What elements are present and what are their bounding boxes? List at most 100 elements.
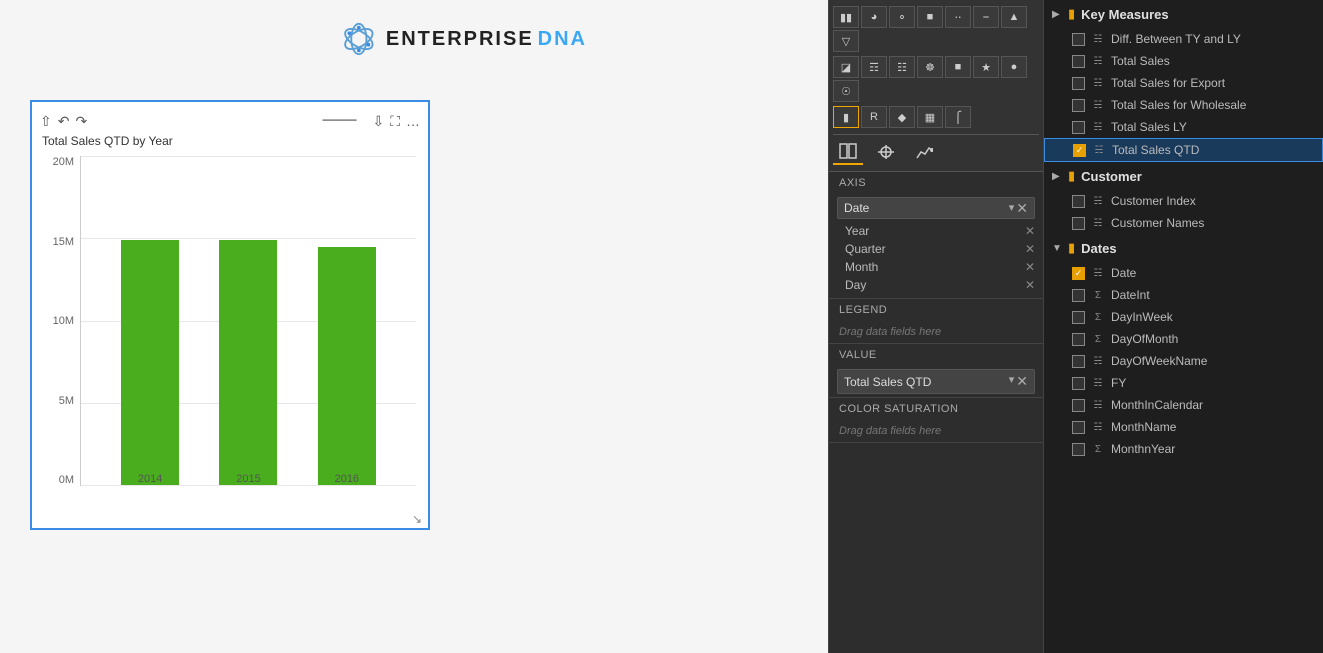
item-diff-ty-ly[interactable]: ☵ Diff. Between TY and LY xyxy=(1044,28,1323,50)
date-chip-remove[interactable]: ✕ xyxy=(1016,201,1028,215)
chart-undo-icon[interactable]: ↶ xyxy=(58,113,70,130)
item-dayofmonth[interactable]: Σ DayOfMonth xyxy=(1044,328,1323,350)
viz-icon-r[interactable]: R xyxy=(861,106,887,128)
bar-2016[interactable] xyxy=(318,247,376,485)
legend-placeholder: Drag data fields here xyxy=(829,321,1043,343)
dna-icon xyxy=(340,20,378,58)
value-chip-dropdown[interactable]: ▾ xyxy=(1009,373,1015,390)
checkbox-dayinweek[interactable] xyxy=(1072,311,1085,324)
format-tab[interactable] xyxy=(871,139,901,165)
viz-icon-area[interactable]: ▲ xyxy=(1001,6,1027,28)
checkbox-total-sales-ly[interactable] xyxy=(1072,121,1085,134)
tree-header-customer[interactable]: ▶ ▮ Customer xyxy=(1044,162,1323,190)
checkbox-customer-index[interactable] xyxy=(1072,195,1085,208)
chart-redo-icon[interactable]: ↷ xyxy=(75,113,87,130)
item-customer-names[interactable]: ☵ Customer Names xyxy=(1044,212,1323,234)
chart-menu-icon[interactable]: ─── xyxy=(322,112,356,130)
axis-item-day: Day ✕ xyxy=(845,276,1035,294)
chart-body: 20M 15M 10M 5M 0M xyxy=(40,156,420,516)
chart-back-icon[interactable]: ⇧ xyxy=(40,113,52,130)
chart-toolbar: ⇧ ↶ ↷ ─── ⇩ ⛶ … xyxy=(40,112,420,130)
axis-item-quarter-remove[interactable]: ✕ xyxy=(1025,242,1035,256)
item-dateint[interactable]: Σ DateInt xyxy=(1044,284,1323,306)
sigma-icon-dayinweek: Σ xyxy=(1091,312,1105,323)
viz-icon-sparkline[interactable]: ⎧ xyxy=(945,106,971,128)
viz-icon-table[interactable]: ☷ xyxy=(889,56,915,78)
viz-icon-qr[interactable]: ▦ xyxy=(917,106,943,128)
item-total-sales[interactable]: ☵ Total Sales xyxy=(1044,50,1323,72)
axis-item-year-remove[interactable]: ✕ xyxy=(1025,224,1035,238)
viz-icon-slicer[interactable]: ☶ xyxy=(861,56,887,78)
viz-icon-gauge[interactable]: ● xyxy=(1001,56,1027,78)
checkbox-customer-names[interactable] xyxy=(1072,217,1085,230)
chart-download-icon[interactable]: ⇩ xyxy=(372,113,384,130)
chart-expand-icon[interactable]: ⛶ xyxy=(390,113,400,130)
tree-header-dates[interactable]: ▼ ▮ Dates xyxy=(1044,234,1323,262)
item-monthname[interactable]: ☵ MonthName xyxy=(1044,416,1323,438)
checkbox-dayofweekname[interactable] xyxy=(1072,355,1085,368)
checkbox-total-sales-wholesale[interactable] xyxy=(1072,99,1085,112)
logo-text: ENTERPRISE DNA xyxy=(386,28,587,51)
axis-date-chip[interactable]: Date ▾ ✕ xyxy=(837,197,1035,219)
bar-2015[interactable] xyxy=(219,240,277,485)
viz-icon-scatter[interactable]: ⋅⋅ xyxy=(945,6,971,28)
viz-icon-stacked-bar[interactable]: ▮▮ xyxy=(833,6,859,28)
tree-header-key-measures[interactable]: ▶ ▮ Key Measures xyxy=(1044,0,1323,28)
legend-label: Legend xyxy=(829,299,1043,321)
checkbox-monthnyear[interactable] xyxy=(1072,443,1085,456)
viz-icon-matrix[interactable]: ☸ xyxy=(917,56,943,78)
viz-icon-line[interactable]: ⎯ xyxy=(973,6,999,28)
checkbox-total-sales-export[interactable] xyxy=(1072,77,1085,90)
viz-icon-map[interactable]: ☉ xyxy=(833,80,859,102)
checkbox-diff-ty-ly[interactable] xyxy=(1072,33,1085,46)
bar-group-2016 xyxy=(318,247,376,485)
checkbox-dayofmonth[interactable] xyxy=(1072,333,1085,346)
value-section: Value Total Sales QTD ▾ ✕ xyxy=(829,344,1043,398)
folder-customer: ▮ xyxy=(1068,168,1075,184)
item-date[interactable]: ✓ ☵ Date xyxy=(1044,262,1323,284)
item-dayinweek[interactable]: Σ DayInWeek xyxy=(1044,306,1323,328)
checkbox-dateint[interactable] xyxy=(1072,289,1085,302)
checkbox-total-sales[interactable] xyxy=(1072,55,1085,68)
item-total-sales-wholesale[interactable]: ☵ Total Sales for Wholesale xyxy=(1044,94,1323,116)
viz-icon-kpi[interactable]: ★ xyxy=(973,56,999,78)
checkbox-total-sales-qtd[interactable]: ✓ xyxy=(1073,144,1086,157)
viz-icon-bar-active[interactable]: ▮ xyxy=(833,106,859,128)
viz-icon-filter[interactable]: ◪ xyxy=(833,56,859,78)
folder-key-measures: ▮ xyxy=(1068,6,1075,22)
viz-icon-python[interactable]: ◆ xyxy=(889,106,915,128)
item-customer-index[interactable]: ☵ Customer Index xyxy=(1044,190,1323,212)
item-dayofweekname[interactable]: ☵ DayOfWeekName xyxy=(1044,350,1323,372)
checkbox-monthincalendar[interactable] xyxy=(1072,399,1085,412)
fields-tab[interactable] xyxy=(833,139,863,165)
axis-item-day-remove[interactable]: ✕ xyxy=(1025,278,1035,292)
checkbox-fy[interactable] xyxy=(1072,377,1085,390)
analytics-tab[interactable] xyxy=(909,139,939,165)
analytics-icon xyxy=(915,144,933,160)
table-icon-total-sales-qtd: ☵ xyxy=(1092,145,1106,156)
value-chip-remove[interactable]: ✕ xyxy=(1016,373,1028,390)
item-monthincalendar[interactable]: ☵ MonthInCalendar xyxy=(1044,394,1323,416)
legend-section: Legend Drag data fields here xyxy=(829,299,1043,344)
item-monthnyear[interactable]: Σ MonthnYear xyxy=(1044,438,1323,460)
table-icon-customer-index: ☵ xyxy=(1091,196,1105,207)
date-chip-dropdown[interactable]: ▾ xyxy=(1009,201,1015,215)
table-icon-customer-names: ☵ xyxy=(1091,218,1105,229)
viz-icon-pie[interactable]: ◕ xyxy=(861,6,887,28)
bar-2014[interactable] xyxy=(121,240,179,485)
viz-icon-card[interactable]: ■ xyxy=(945,56,971,78)
viz-icon-combo[interactable]: ▽ xyxy=(833,30,859,52)
value-chip[interactable]: Total Sales QTD ▾ ✕ xyxy=(837,369,1035,394)
item-fy[interactable]: ☵ FY xyxy=(1044,372,1323,394)
item-total-sales-export[interactable]: ☵ Total Sales for Export xyxy=(1044,72,1323,94)
resize-handle[interactable]: ↘ xyxy=(412,512,426,526)
checkbox-date[interactable]: ✓ xyxy=(1072,267,1085,280)
axis-item-month-remove[interactable]: ✕ xyxy=(1025,260,1035,274)
chart-more-icon[interactable]: … xyxy=(406,113,420,129)
viz-icon-donut[interactable]: ⚬ xyxy=(889,6,915,28)
item-total-sales-ly[interactable]: ☵ Total Sales LY xyxy=(1044,116,1323,138)
viz-icons-row-3: ▮ R ◆ ▦ ⎧ xyxy=(833,106,1039,128)
checkbox-monthname[interactable] xyxy=(1072,421,1085,434)
viz-icon-treemap[interactable]: ■ xyxy=(917,6,943,28)
item-total-sales-qtd[interactable]: ✓ ☵ Total Sales QTD xyxy=(1044,138,1323,162)
